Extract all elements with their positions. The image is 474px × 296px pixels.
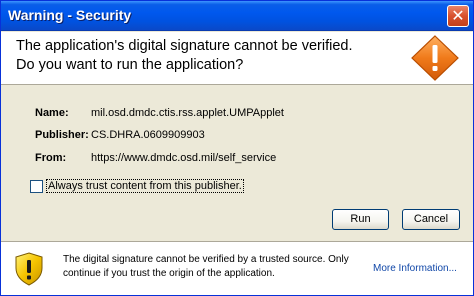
- always-trust-label[interactable]: Always trust content from this publisher…: [46, 179, 244, 193]
- shield-warning-icon: [15, 252, 43, 286]
- cancel-button[interactable]: Cancel: [402, 209, 460, 230]
- close-icon: ✕: [451, 6, 465, 25]
- from-value: https://www.dmdc.osd.mil/self_service: [91, 152, 277, 164]
- window-title: Warning - Security: [8, 7, 132, 23]
- security-warning-dialog: Warning - Security ✕ The application's d…: [0, 0, 474, 296]
- always-trust-checkbox[interactable]: [30, 180, 43, 193]
- close-button[interactable]: ✕: [447, 5, 469, 27]
- header-message-line-1: The application's digital signature cann…: [16, 38, 353, 54]
- publisher-label: Publisher:: [35, 129, 89, 141]
- dialog-footer: The digital signature cannot be verified…: [1, 241, 473, 295]
- footer-message: The digital signature cannot be verified…: [63, 254, 349, 279]
- publisher-value: CS.DHRA.0609909903: [91, 129, 205, 141]
- name-label: Name:: [35, 107, 69, 119]
- title-bar[interactable]: Warning - Security ✕: [1, 1, 473, 31]
- header-message-line-2: Do you want to run the application?: [16, 57, 244, 73]
- run-button[interactable]: Run: [332, 209, 389, 230]
- dialog-header: The application's digital signature cann…: [1, 32, 473, 85]
- warning-diamond-icon: [411, 35, 459, 81]
- name-value: mil.osd.dmdc.ctis.rss.applet.UMPApplet: [91, 107, 284, 119]
- from-label: From:: [35, 152, 67, 164]
- more-information-link[interactable]: More Information...: [373, 263, 457, 274]
